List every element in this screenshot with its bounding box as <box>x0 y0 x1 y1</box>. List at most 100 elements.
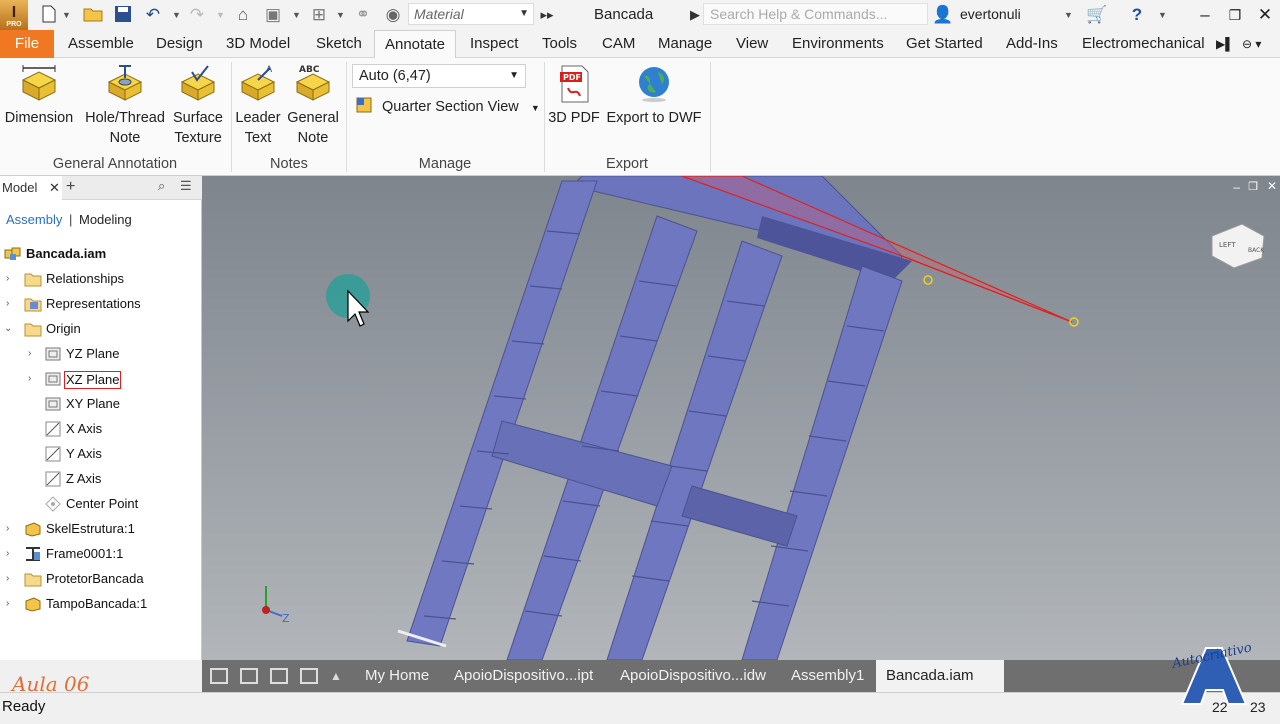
new-icon[interactable] <box>38 4 60 26</box>
undo-icon[interactable]: ↶ <box>142 4 164 26</box>
select-icon[interactable]: ⊞ <box>308 4 330 26</box>
collapse-icon[interactable]: ⌄ <box>4 318 14 340</box>
tabs-overflow-icon[interactable]: ▶▌ <box>1214 30 1236 58</box>
restore-icon[interactable]: ❐ <box>1224 4 1246 26</box>
doc-tab-apoio-idw[interactable]: ApoioDispositivo...idw <box>620 660 766 692</box>
hole-thread-note-button[interactable]: Hole/Thread Note <box>82 64 168 148</box>
expand-icon[interactable]: › <box>28 343 38 365</box>
measure-icon[interactable]: ⚭ <box>352 4 374 26</box>
viewport-minimize-icon[interactable]: – <box>1233 180 1240 194</box>
general-note-button[interactable]: ABC General Note <box>286 64 340 148</box>
section-depth-select[interactable]: Auto (6,47) ▼ <box>352 64 526 88</box>
doc-tab-bancada[interactable]: Bancada.iam ✕ <box>876 660 1004 716</box>
image-dropdown-icon[interactable]: ▼ <box>292 5 301 25</box>
select-dropdown-icon[interactable]: ▼ <box>336 5 345 25</box>
tab-electromechanical[interactable]: Electromechanical <box>1080 30 1207 58</box>
tile-icon[interactable] <box>240 668 258 684</box>
new-dropdown-icon[interactable]: ▼ <box>62 5 71 25</box>
tile-horizontal-icon[interactable] <box>270 668 288 684</box>
expand-icon[interactable]: › <box>6 568 16 590</box>
dimension-button[interactable]: Dimension <box>4 64 74 128</box>
panel-toggle-icon[interactable]: ⊖ ▾ <box>1240 30 1263 58</box>
tree-label: Center Point <box>66 496 139 511</box>
close-icon[interactable]: ✕ <box>49 180 60 195</box>
redo-dropdown-icon[interactable]: ▼ <box>216 5 225 25</box>
user-dropdown-icon[interactable]: ▼ <box>1064 5 1073 25</box>
leader-label-1: Leader <box>235 110 281 126</box>
point-icon <box>45 496 61 512</box>
search-input[interactable]: Search Help & Commands... <box>703 3 928 25</box>
expand-icon[interactable]: › <box>6 543 16 565</box>
home-icon[interactable]: ⌂ <box>232 4 254 26</box>
tab-cam[interactable]: CAM <box>600 30 637 58</box>
tab-manage[interactable]: Manage <box>656 30 714 58</box>
triad-origin <box>262 606 270 614</box>
tab-environments[interactable]: Environments <box>790 30 886 58</box>
tree-label: Frame0001:1 <box>46 546 124 561</box>
mode-assembly[interactable]: Assembly <box>6 212 62 227</box>
material-select[interactable]: Material ▼ <box>408 3 534 25</box>
doc-tab-apoio-ipt[interactable]: ApoioDispositivo...ipt <box>454 660 593 692</box>
user-icon[interactable]: 👤 <box>932 4 954 26</box>
tab-inspect[interactable]: Inspect <box>468 30 520 58</box>
quarter-section-view-button[interactable]: Quarter Section View ▼ <box>356 96 540 119</box>
cart-icon[interactable]: 🛒 <box>1086 4 1108 26</box>
search-icon[interactable]: ⌕ <box>158 178 165 194</box>
graphics-viewport[interactable]: Z LEFT BACK – ❐ ✕ <box>202 176 1280 660</box>
user-name[interactable]: evertonuli <box>960 6 1021 22</box>
expand-icon[interactable]: › <box>6 268 16 290</box>
dimension-label: Dimension <box>4 110 74 126</box>
tab-add-ins[interactable]: Add-Ins <box>1004 30 1060 58</box>
tab-annotate[interactable]: Annotate <box>374 30 456 58</box>
hole-note-label-2: Note <box>109 130 141 146</box>
tab-get-started[interactable]: Get Started <box>904 30 985 58</box>
3d-pdf-button[interactable]: PDF 3D PDF <box>548 64 600 128</box>
doc-tab-my-home[interactable]: My Home <box>365 660 429 692</box>
forward-icon[interactable]: ▸▸ <box>536 4 558 26</box>
tile-vertical-icon[interactable] <box>300 668 318 684</box>
lesson-watermark: Aula 06 <box>12 672 90 696</box>
general-note-label-2: Note <box>297 130 329 146</box>
help-dropdown-icon[interactable]: ▼ <box>1158 5 1167 25</box>
cascade-icon[interactable] <box>210 668 228 684</box>
viewport-restore-icon[interactable]: ❐ <box>1248 180 1258 193</box>
appearance-icon[interactable]: ◉ <box>382 4 404 26</box>
document-tab-bar: ▲ My Home ApoioDispositivo...ipt ApoioDi… <box>202 660 1280 716</box>
open-icon[interactable] <box>82 4 104 26</box>
leader-text-button[interactable]: A Leader Text <box>234 64 282 148</box>
undo-dropdown-icon[interactable]: ▼ <box>172 5 181 25</box>
tab-3d-model[interactable]: 3D Model <box>224 30 292 58</box>
expand-icon[interactable]: › <box>6 518 16 540</box>
tab-file[interactable]: File <box>0 30 54 58</box>
doc-tab-assembly1[interactable]: Assembly1 <box>791 660 864 692</box>
section-depth-value: Auto (6,47) <box>359 68 431 84</box>
expand-icon[interactable]: › <box>28 368 38 390</box>
tab-view[interactable]: View <box>734 30 770 58</box>
surface-texture-button[interactable]: Surface Texture <box>170 64 226 148</box>
view-cube[interactable]: LEFT BACK <box>1211 223 1265 269</box>
help-icon[interactable]: ? <box>1126 4 1148 26</box>
browser-tab-model[interactable]: Model ✕ <box>0 176 62 200</box>
save-icon[interactable] <box>112 4 134 26</box>
export-dwf-button[interactable]: Export to DWF <box>604 64 704 128</box>
add-tab-icon[interactable]: + <box>66 176 75 198</box>
section-grip-point[interactable] <box>923 275 933 285</box>
expand-icon[interactable]: › <box>6 293 16 315</box>
app-logo[interactable]: I PRO <box>0 0 28 30</box>
tab-sketch[interactable]: Sketch <box>314 30 364 58</box>
tree-label: YZ Plane <box>66 346 120 361</box>
tab-tools[interactable]: Tools <box>540 30 579 58</box>
redo-icon[interactable]: ↷ <box>186 4 208 26</box>
tab-assemble[interactable]: Assemble <box>66 30 136 58</box>
menu-icon[interactable]: ☰ <box>180 178 192 194</box>
close-icon[interactable]: ✕ <box>1254 4 1276 26</box>
expand-icon[interactable]: › <box>6 593 16 615</box>
tree-label: ProtetorBancada <box>46 571 144 586</box>
svg-text:ABC: ABC <box>299 65 320 75</box>
image-icon[interactable]: ▣ <box>262 4 284 26</box>
mode-modeling[interactable]: Modeling <box>79 212 132 227</box>
minimize-icon[interactable]: – <box>1194 4 1216 26</box>
tab-design[interactable]: Design <box>154 30 205 58</box>
viewport-close-icon[interactable]: ✕ <box>1267 179 1277 193</box>
tabs-up-icon[interactable]: ▲ <box>330 660 342 692</box>
